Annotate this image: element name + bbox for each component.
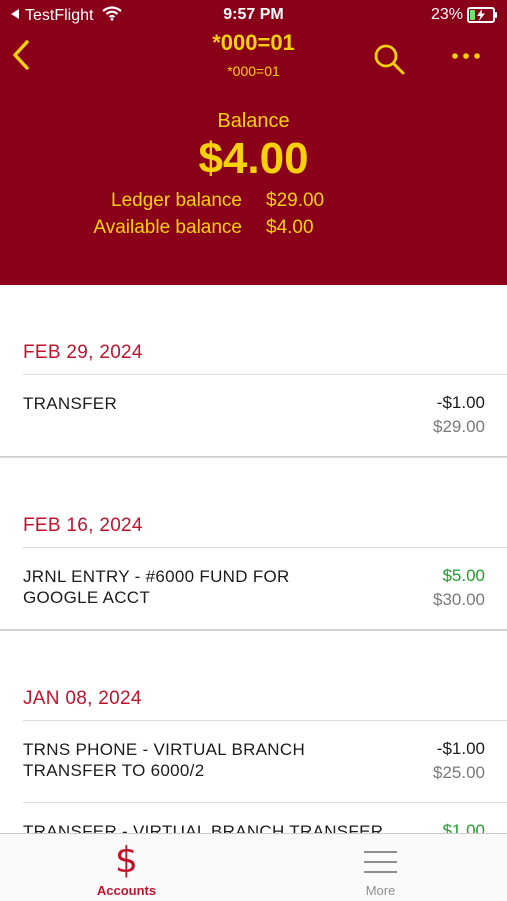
svg-text:$: $: [115, 840, 138, 878]
transaction-description: TRANSFER: [23, 394, 118, 413]
transaction-description: JRNL ENTRY - #6000 FUND FOR GOOGLE ACCT: [23, 567, 290, 607]
search-button[interactable]: [372, 42, 406, 76]
available-balance-label: Available balance: [93, 217, 242, 238]
dollar-icon: $: [0, 840, 253, 881]
transaction-row[interactable]: JRNL ENTRY - #6000 FUND FOR GOOGLE ACCT …: [0, 548, 507, 630]
transaction-row[interactable]: TRANSFER - VIRTUAL BRANCH TRANSFER $1.00: [23, 803, 507, 833]
ledger-balance-value: $29.00: [266, 190, 325, 211]
menu-lines-icon: [254, 840, 507, 878]
tab-accounts-label: Accounts: [96, 883, 157, 898]
ledger-balance-label: Ledger balance: [111, 190, 242, 211]
transaction-description: TRANSFER - VIRTUAL BRANCH TRANSFER: [23, 822, 384, 833]
transaction-amount: -$1.00: [436, 393, 485, 412]
transaction-amount: $5.00: [442, 566, 485, 585]
date-header: FEB 29, 2024: [23, 339, 507, 375]
status-bar: TestFlight 9:57 PM 23%: [0, 0, 507, 30]
transaction-list[interactable]: FEB 29, 2024 TRANSFER -$1.00 $29.00 FEB …: [0, 285, 507, 833]
tab-bar: $ Accounts More: [0, 833, 507, 901]
date-header: JAN 08, 2024: [23, 685, 507, 721]
account-subtitle: *000=01: [227, 63, 280, 79]
transaction-balance: $30.00: [433, 590, 485, 609]
date-header: FEB 16, 2024: [23, 512, 507, 548]
battery-status: 23%: [430, 6, 497, 24]
search-icon: [372, 44, 406, 80]
transaction-row[interactable]: TRANSFER -$1.00 $29.00: [0, 375, 507, 457]
ledger-balance-row: Ledger balance $29.00: [0, 190, 507, 216]
available-balance-row: Available balance $4.00: [0, 217, 507, 243]
tab-more[interactable]: More: [254, 834, 507, 901]
balance-amount: $4.00: [198, 134, 309, 183]
available-balance-value: $4.00: [266, 217, 314, 238]
transaction-row[interactable]: TRNS PHONE - VIRTUAL BRANCH TRANSFER TO …: [23, 721, 507, 803]
more-options-button[interactable]: [448, 42, 484, 72]
battery-charging-icon: [467, 7, 497, 23]
account-title: *000=01: [212, 30, 295, 55]
transaction-section: FEB 29, 2024 TRANSFER -$1.00 $29.00: [0, 285, 507, 457]
transaction-amount: -$1.00: [436, 739, 485, 758]
transaction-description: TRNS PHONE - VIRTUAL BRANCH TRANSFER TO …: [23, 740, 306, 780]
battery-percent: 23%: [430, 6, 463, 23]
more-icon: [448, 53, 484, 76]
transaction-section: JAN 08, 2024 TRNS PHONE - VIRTUAL BRANCH…: [0, 630, 507, 833]
transaction-amount: $1.00: [442, 821, 485, 833]
transaction-balance: $25.00: [433, 763, 485, 782]
balance-label: Balance: [217, 110, 290, 132]
account-header: TestFlight 9:57 PM 23% *000=01 *000=01 B…: [0, 0, 507, 285]
transaction-section: FEB 16, 2024 JRNL ENTRY - #6000 FUND FOR…: [0, 457, 507, 630]
transaction-balance: $29.00: [433, 417, 485, 436]
tab-more-label: More: [365, 883, 396, 898]
tab-accounts[interactable]: $ Accounts: [0, 834, 253, 901]
